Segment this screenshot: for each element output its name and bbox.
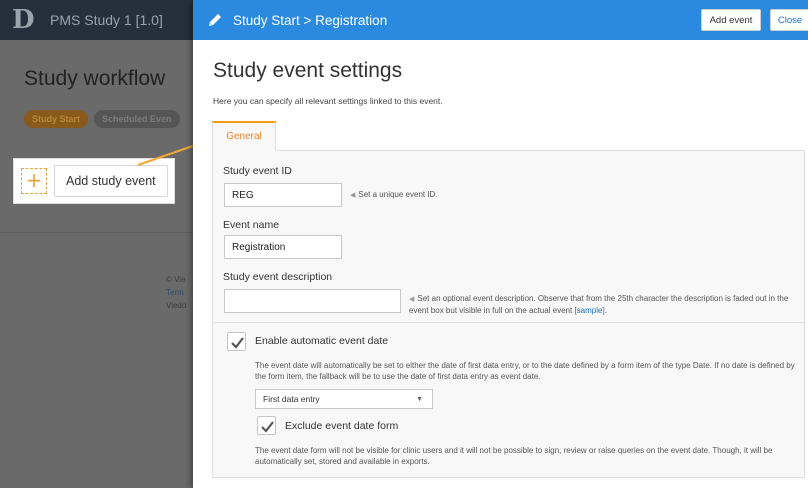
event-id-hint-text: Set a unique event ID. bbox=[358, 190, 438, 199]
check-icon bbox=[261, 421, 274, 433]
page-title: Study workflow bbox=[24, 67, 166, 90]
footer-copyright: © Vie bbox=[166, 275, 186, 284]
auto-date-description: The event date will automatically be set… bbox=[255, 361, 795, 381]
study-name: PMS Study 1 [1.0] bbox=[50, 12, 163, 28]
exclude-form-label: Exclude event date form bbox=[285, 420, 399, 432]
add-event-button[interactable]: Add event bbox=[701, 9, 761, 31]
event-settings-modal: Study Start > Registration Add event Clo… bbox=[193, 0, 808, 488]
event-id-input[interactable]: REG bbox=[224, 183, 342, 207]
description-label: Study event description bbox=[223, 271, 333, 283]
footer-terms-link[interactable]: Term bbox=[166, 286, 186, 299]
modal-title: Study event settings bbox=[213, 59, 403, 82]
description-input[interactable] bbox=[224, 289, 401, 313]
sample-link[interactable]: [sample] bbox=[574, 306, 604, 315]
modal-header: Study Start > Registration Add event Clo… bbox=[193, 0, 808, 40]
add-study-event-button[interactable]: Add study event bbox=[54, 165, 168, 197]
tab-study-start[interactable]: Study Start bbox=[24, 110, 89, 128]
workflow-tabs: Study Start Scheduled Even bbox=[24, 110, 180, 128]
exclude-form-description: The event date form will not be visible … bbox=[255, 446, 773, 466]
footer-company: Viedo bbox=[166, 301, 187, 310]
tab-scheduled-events[interactable]: Scheduled Even bbox=[94, 110, 180, 128]
enable-auto-date-label: Enable automatic event date bbox=[255, 335, 389, 347]
tab-general[interactable]: General bbox=[212, 121, 276, 151]
caret-left-icon: ◀ bbox=[350, 192, 356, 199]
enable-auto-date-checkbox[interactable] bbox=[227, 332, 246, 351]
modal-breadcrumb: Study Start > Registration bbox=[233, 12, 388, 28]
event-name-label: Event name bbox=[223, 219, 280, 231]
event-id-hint: ◀ Set a unique event ID. bbox=[350, 189, 438, 201]
caret-left-icon: ◀ bbox=[409, 296, 415, 303]
general-panel: Study event ID REG ◀ Set a unique event I… bbox=[212, 150, 805, 478]
chevron-down-icon: ▼ bbox=[416, 396, 423, 403]
event-name-input[interactable]: Registration bbox=[224, 235, 342, 259]
app-logo: D bbox=[12, 5, 35, 35]
exclude-form-checkbox[interactable] bbox=[257, 416, 276, 435]
add-study-event-callout: + Add study event bbox=[13, 158, 175, 204]
check-icon bbox=[231, 337, 244, 349]
divider bbox=[0, 232, 200, 233]
close-button[interactable]: Close bbox=[770, 9, 808, 31]
plus-icon[interactable]: + bbox=[21, 168, 47, 194]
event-id-label: Study event ID bbox=[223, 165, 292, 177]
event-date-select[interactable]: First data entry ▼ bbox=[255, 389, 433, 409]
section-divider bbox=[213, 322, 804, 323]
modal-subtitle: Here you can specify all relevant settin… bbox=[213, 96, 443, 106]
pencil-icon bbox=[209, 14, 221, 26]
description-hint-end: . bbox=[604, 306, 607, 315]
description-hint: ◀ Set an optional event description. Obse… bbox=[409, 293, 799, 316]
footer: © Vie Term Viedo bbox=[166, 273, 186, 312]
app-topbar: D PMS Study 1 [1.0] bbox=[0, 0, 200, 40]
event-date-select-value: First data entry bbox=[263, 394, 320, 404]
